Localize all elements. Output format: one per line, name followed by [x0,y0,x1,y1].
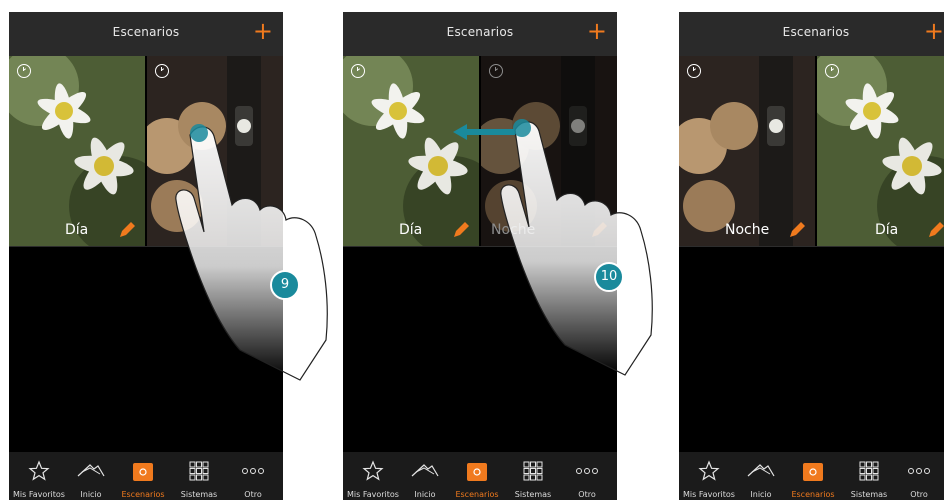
tab-label: Otro [910,490,928,499]
app-header: Escenarios + [9,12,283,56]
star-icon [698,460,720,481]
edit-pencil-icon[interactable] [451,220,471,240]
edit-pencil-icon[interactable] [589,220,609,240]
edit-pencil-icon[interactable] [117,220,137,240]
wine-photo [679,56,815,246]
step-number-badge: 9 [270,270,300,300]
edit-pencil-icon[interactable] [787,220,807,240]
house-icon [747,464,775,477]
tab-sistemas[interactable]: Sistemas [179,452,219,500]
header-title: Escenarios [112,25,180,39]
tab-mis-favoritos[interactable]: Mis Favoritos [13,452,65,500]
add-scenario-button[interactable]: + [253,17,273,45]
wine-photo [481,56,617,246]
daisy-photo [343,56,479,246]
clock-icon [489,64,503,78]
daisy-photo [817,56,944,246]
scenario-grid: Noche Día [679,56,944,246]
tab-escenarios[interactable]: Escenarios [791,452,835,500]
tab-otro[interactable]: Otro [233,452,273,500]
scenario-label: Noche [491,222,536,238]
app-header: Escenarios + [679,12,944,56]
clock-icon [825,64,839,78]
edit-pencil-icon[interactable] [926,220,944,240]
scenario-label: Día [65,222,89,238]
grid-icon [523,461,543,481]
clock-icon [687,64,701,78]
phone-screen-2: Escenarios + Día Noche Mis Favoritos Ini… [343,12,617,500]
tab-label: Escenarios [455,490,499,499]
scenario-tile-noche[interactable]: Noche [679,56,815,246]
swipe-left-arrow-icon [453,124,521,140]
header-title: Escenarios [446,25,514,39]
scenario-label: Día [399,222,423,238]
tab-label: Sistemas [514,490,552,499]
scenario-label: Día [875,222,899,238]
scenario-tile-dia[interactable]: Día [9,56,145,246]
scenario-label: Noche [725,222,770,238]
divider [343,246,617,247]
divider [679,246,944,247]
tab-inicio[interactable]: Inicio [71,452,111,500]
scenario-grid: Día Noche [343,56,617,246]
tab-label: Escenarios [791,490,835,499]
app-header: Escenarios + [343,12,617,56]
bottom-tab-bar: Mis Favoritos Inicio Escenarios Sistemas… [679,452,944,500]
scenarios-icon [467,463,487,481]
house-icon [77,464,105,477]
star-icon [28,460,50,481]
tab-label: Escenarios [121,490,165,499]
scenario-tile-noche[interactable] [147,56,283,246]
wine-photo [147,56,283,246]
star-icon [362,460,384,481]
add-scenario-button[interactable]: + [587,17,607,45]
divider [9,246,283,247]
grid-icon [189,461,209,481]
scenario-tile-noche-dragging[interactable]: Noche [481,56,617,246]
tab-escenarios[interactable]: Escenarios [455,452,499,500]
scenario-grid: Día [9,56,283,246]
tab-sistemas[interactable]: Sistemas [849,452,889,500]
tab-sistemas[interactable]: Sistemas [513,452,553,500]
more-icon [576,468,598,474]
tab-escenarios[interactable]: Escenarios [121,452,165,500]
bottom-tab-bar: Mis Favoritos Inicio Escenarios Sistemas… [9,452,283,500]
scenarios-icon [803,463,823,481]
phone-screen-3: Escenarios + Noche Día Mis Favoritos Ini… [679,12,944,500]
tab-otro[interactable]: Otro [567,452,607,500]
tab-otro[interactable]: Otro [899,452,939,500]
add-scenario-button[interactable]: + [924,17,944,45]
clock-icon [351,64,365,78]
phone-screen-1: Escenarios + Día Mis Favoritos Inicio Es… [9,12,283,500]
tab-mis-favoritos[interactable]: Mis Favoritos [347,452,399,500]
tab-label: Otro [244,490,262,499]
header-title: Escenarios [782,25,850,39]
daisy-photo [9,56,145,246]
tab-label: Sistemas [180,490,218,499]
step-number-badge: 10 [594,262,624,292]
clock-icon [17,64,31,78]
scenarios-icon [133,463,153,481]
more-icon [242,468,264,474]
scenario-tile-dia[interactable]: Día [343,56,479,246]
bottom-tab-bar: Mis Favoritos Inicio Escenarios Sistemas… [343,452,617,500]
house-icon [411,464,439,477]
scenario-tile-dia[interactable]: Día [817,56,944,246]
grid-icon [859,461,879,481]
clock-icon [155,64,169,78]
more-icon [908,468,930,474]
tab-inicio[interactable]: Inicio [405,452,445,500]
tab-label: Otro [578,490,596,499]
tab-inicio[interactable]: Inicio [741,452,781,500]
tab-mis-favoritos[interactable]: Mis Favoritos [683,452,735,500]
